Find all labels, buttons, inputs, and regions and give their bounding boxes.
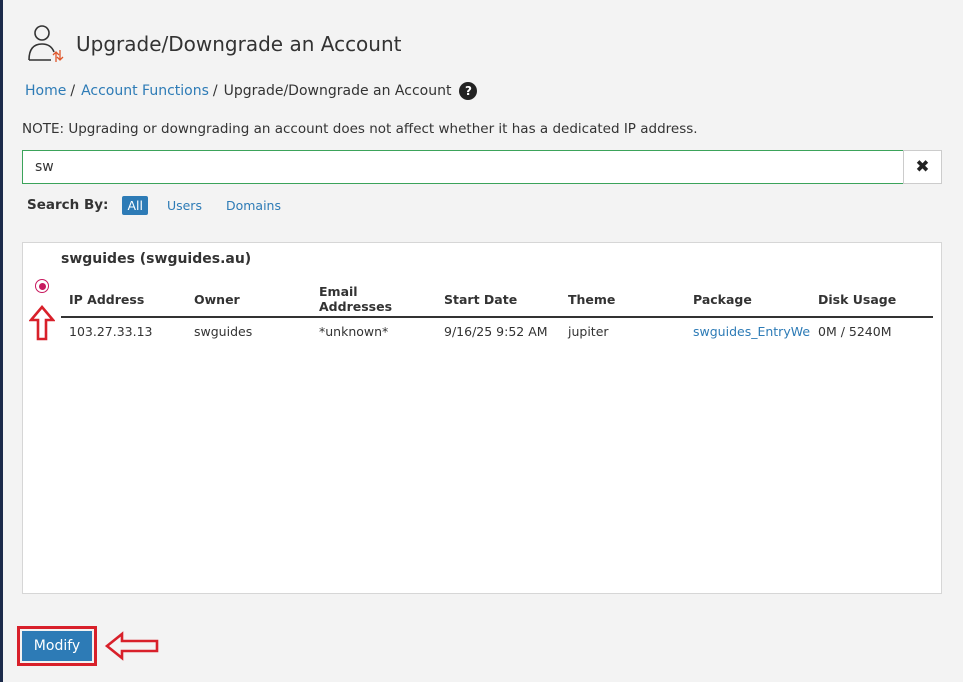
page-header: Upgrade/Downgrade an Account bbox=[25, 22, 402, 66]
cell-owner: swguides bbox=[194, 324, 253, 339]
table-row: 103.27.33.13 swguides *unknown* 9/16/25 … bbox=[61, 317, 933, 345]
cell-ip-address: 103.27.33.13 bbox=[69, 324, 153, 339]
column-ip-address: IP Address bbox=[61, 281, 186, 318]
account-select-radio[interactable] bbox=[35, 279, 49, 293]
help-icon[interactable]: ? bbox=[459, 82, 478, 100]
search-by-domains[interactable]: Domains bbox=[221, 196, 286, 215]
column-disk-usage: Disk Usage bbox=[810, 281, 933, 318]
column-email-addresses: Email Addresses bbox=[311, 281, 436, 318]
account-table: IP Address Owner Email Addresses Start D… bbox=[61, 281, 933, 345]
breadcrumb-separator: / bbox=[212, 83, 218, 99]
column-owner: Owner bbox=[186, 281, 311, 318]
table-header-row: IP Address Owner Email Addresses Start D… bbox=[61, 281, 933, 318]
modify-button[interactable]: Modify bbox=[22, 631, 92, 661]
clear-search-button[interactable]: ✖ bbox=[903, 150, 942, 184]
search-by-filter: Search By: All Users Domains bbox=[27, 195, 300, 215]
cell-start-date: 9/16/25 9:52 AM bbox=[444, 324, 548, 339]
column-theme: Theme bbox=[560, 281, 685, 318]
cell-email-addresses: *unknown* bbox=[319, 324, 389, 339]
dedicated-ip-note: NOTE: Upgrading or downgrading an accoun… bbox=[22, 121, 698, 137]
column-start-date: Start Date bbox=[436, 281, 560, 318]
search-by-users[interactable]: Users bbox=[162, 196, 207, 215]
breadcrumb-separator: / bbox=[70, 83, 76, 99]
breadcrumb-home[interactable]: Home bbox=[25, 83, 66, 99]
column-package: Package bbox=[685, 281, 810, 318]
user-swap-icon bbox=[28, 25, 64, 62]
breadcrumb: Home / Account Functions / Upgrade/Downg… bbox=[25, 80, 478, 102]
search-by-label: Search By: bbox=[27, 197, 109, 213]
package-link[interactable]: swguides_EntryWeb... bbox=[693, 324, 810, 339]
page-title: Upgrade/Downgrade an Account bbox=[76, 32, 402, 56]
account-results-panel: swguides (swguides.au) IP Address Owner … bbox=[22, 242, 942, 594]
cell-disk-usage: 0M / 5240M bbox=[818, 324, 892, 339]
left-edge-bar bbox=[0, 0, 3, 682]
search-bar: ✖ bbox=[22, 150, 942, 184]
cell-package: swguides_EntryWeb... bbox=[685, 317, 810, 345]
breadcrumb-account-functions[interactable]: Account Functions bbox=[81, 83, 209, 99]
annotation-left-arrow-icon bbox=[104, 631, 159, 661]
breadcrumb-current: Upgrade/Downgrade an Account bbox=[223, 83, 452, 99]
radio-selected-dot bbox=[38, 282, 46, 290]
annotation-up-arrow-icon bbox=[29, 305, 55, 341]
search-by-all[interactable]: All bbox=[122, 195, 148, 215]
account-title: swguides (swguides.au) bbox=[61, 251, 252, 267]
cell-theme: jupiter bbox=[568, 324, 609, 339]
close-icon: ✖ bbox=[915, 157, 930, 177]
search-input[interactable] bbox=[22, 150, 903, 184]
